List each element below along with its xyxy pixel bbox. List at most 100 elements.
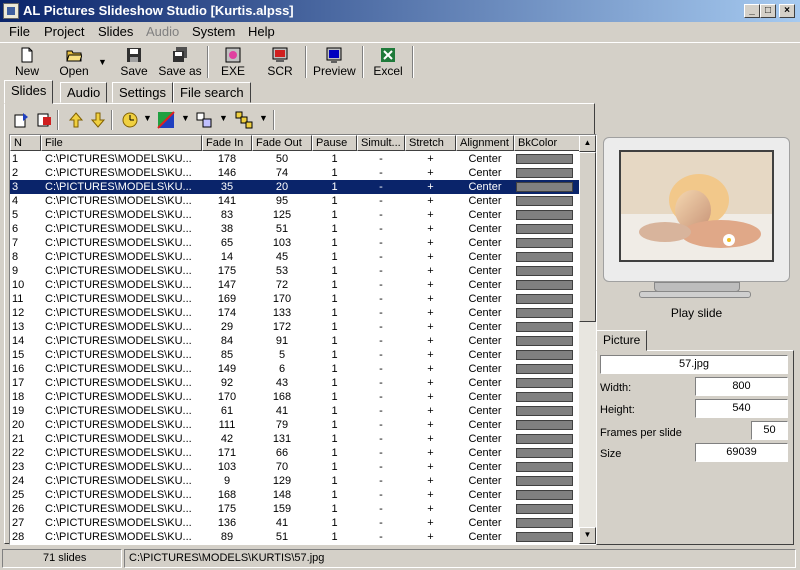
table-row[interactable]: 16 C:\PICTURES\MODELS\KU... 149 6 1 - + Center (10, 362, 580, 376)
table-row[interactable]: 10 C:\PICTURES\MODELS\KU... 147 72 1 - + Center (10, 278, 580, 292)
table-row[interactable]: 12 C:\PICTURES\MODELS\KU... 174 133 1 - + Cente… (10, 306, 580, 320)
preview-button[interactable]: Preview (313, 47, 356, 79)
save-button[interactable]: Save (116, 47, 152, 79)
column-header-fade-in[interactable]: Fade In (202, 135, 252, 151)
table-row[interactable]: 28 C:\PICTURES\MODELS\KU... 89 51 1 - + Center (10, 530, 580, 544)
transition-effect-icon[interactable] (157, 111, 175, 129)
table-row[interactable]: 18 C:\PICTURES\MODELS\KU... 170 168 1 - + Cente… (10, 390, 580, 404)
slides-table[interactable]: N File Fade In Fade Out Pause Simult... … (9, 134, 597, 545)
table-row[interactable]: 21 C:\PICTURES\MODELS\KU... 42 131 1 - + Center (10, 432, 580, 446)
table-row[interactable]: 22 C:\PICTURES\MODELS\KU... 171 66 1 - + Center (10, 446, 580, 460)
open-dropdown-icon[interactable]: ▼ (98, 57, 107, 67)
width-field[interactable]: 800 (695, 377, 788, 396)
bkcolor-swatch[interactable] (516, 280, 573, 290)
column-header-file[interactable]: File (41, 135, 202, 151)
scroll-down-arrow-icon[interactable]: ▼ (579, 527, 596, 544)
scroll-thumb[interactable] (579, 152, 596, 322)
column-header-bkcolor[interactable]: BkColor (514, 135, 580, 151)
menu-project[interactable]: Project (44, 24, 84, 39)
bkcolor-swatch[interactable] (516, 308, 573, 318)
frames-per-slide-field[interactable]: 50 (751, 421, 788, 440)
stretch-dropdown-icon[interactable]: ▼ (219, 113, 228, 123)
bkcolor-swatch[interactable] (516, 224, 573, 234)
timing-clock-icon[interactable] (121, 111, 139, 129)
new-button[interactable]: New (10, 47, 44, 79)
bkcolor-swatch[interactable] (516, 154, 573, 164)
alignment-dropdown-icon[interactable]: ▼ (259, 113, 268, 123)
maximize-button[interactable]: □ (760, 4, 776, 18)
column-header-stretch[interactable]: Stretch (405, 135, 456, 151)
bkcolor-swatch[interactable] (516, 168, 573, 178)
bkcolor-swatch[interactable] (516, 392, 573, 402)
save-as-button[interactable]: Save as (158, 47, 202, 79)
bkcolor-swatch[interactable] (516, 210, 573, 220)
table-row[interactable]: 13 C:\PICTURES\MODELS\KU... 29 172 1 - + Center (10, 320, 580, 334)
menu-help[interactable]: Help (248, 24, 275, 39)
bkcolor-swatch[interactable] (516, 504, 573, 514)
table-row[interactable]: 3 C:\PICTURES\MODELS\KU... 35 20 1 - + Center (10, 180, 580, 194)
exe-button[interactable]: EXE (216, 47, 250, 79)
menu-slides[interactable]: Slides (98, 24, 133, 39)
table-row[interactable]: 26 C:\PICTURES\MODELS\KU... 175 159 1 - + Cente… (10, 502, 580, 516)
add-slides-icon[interactable] (13, 111, 31, 129)
alignment-icon[interactable] (235, 111, 253, 129)
table-vertical-scrollbar[interactable]: ▲ ▼ (579, 135, 596, 544)
bkcolor-swatch[interactable] (516, 532, 573, 542)
bkcolor-swatch[interactable] (516, 322, 573, 332)
bkcolor-swatch[interactable] (516, 378, 573, 388)
table-row[interactable]: 24 C:\PICTURES\MODELS\KU... 9 129 1 - + Center (10, 474, 580, 488)
table-row[interactable]: 6 C:\PICTURES\MODELS\KU... 38 51 1 - + Center (10, 222, 580, 236)
bkcolor-swatch[interactable] (516, 350, 573, 360)
slide-preview-image[interactable] (619, 150, 774, 262)
move-up-icon[interactable] (67, 111, 85, 129)
table-row[interactable]: 4 C:\PICTURES\MODELS\KU... 141 95 1 - + Center (10, 194, 580, 208)
table-row[interactable]: 15 C:\PICTURES\MODELS\KU... 85 5 1 - + Center (10, 348, 580, 362)
table-row[interactable]: 23 C:\PICTURES\MODELS\KU... 103 70 1 - + Center (10, 460, 580, 474)
tab-file-search[interactable]: File search (173, 82, 251, 103)
table-row[interactable]: 1 C:\PICTURES\MODELS\KU... 178 50 1 - + Center (10, 152, 580, 166)
table-row[interactable]: 25 C:\PICTURES\MODELS\KU... 168 148 1 - + Cente… (10, 488, 580, 502)
minimize-button[interactable]: _ (744, 4, 760, 18)
menu-system[interactable]: System (192, 24, 235, 39)
close-button[interactable]: × (779, 4, 795, 18)
bkcolor-swatch[interactable] (516, 336, 573, 346)
bkcolor-swatch[interactable] (516, 266, 573, 276)
open-button[interactable]: Open (56, 47, 92, 79)
transition-dropdown-icon[interactable]: ▼ (181, 113, 190, 123)
table-row[interactable]: 11 C:\PICTURES\MODELS\KU... 169 170 1 - + Cente… (10, 292, 580, 306)
scr-button[interactable]: SCR (263, 47, 297, 79)
bkcolor-swatch[interactable] (516, 434, 573, 444)
bkcolor-swatch[interactable] (516, 294, 573, 304)
timing-dropdown-icon[interactable]: ▼ (143, 113, 152, 123)
app-icon[interactable] (3, 3, 19, 19)
play-slide-link[interactable]: Play slide (603, 306, 790, 320)
bkcolor-swatch[interactable] (516, 518, 573, 528)
bkcolor-swatch[interactable] (516, 252, 573, 262)
tab-picture[interactable]: Picture (596, 330, 648, 351)
table-row[interactable]: 19 C:\PICTURES\MODELS\KU... 61 41 1 - + Center (10, 404, 580, 418)
table-row[interactable]: 7 C:\PICTURES\MODELS\KU... 65 103 1 - + Center (10, 236, 580, 250)
menu-file[interactable]: File (9, 24, 30, 39)
table-row[interactable]: 20 C:\PICTURES\MODELS\KU... 111 79 1 - + Center (10, 418, 580, 432)
table-row[interactable]: 17 C:\PICTURES\MODELS\KU... 92 43 1 - + Center (10, 376, 580, 390)
bkcolor-swatch[interactable] (516, 490, 573, 500)
tab-slides[interactable]: Slides (4, 80, 54, 104)
stretch-icon[interactable] (195, 111, 213, 129)
delete-slides-icon[interactable] (35, 111, 53, 129)
table-row[interactable]: 9 C:\PICTURES\MODELS\KU... 175 53 1 - + Center (10, 264, 580, 278)
excel-button[interactable]: Excel (370, 47, 406, 79)
table-row[interactable]: 8 C:\PICTURES\MODELS\KU... 14 45 1 - + Center (10, 250, 580, 264)
tab-settings[interactable]: Settings (112, 82, 173, 103)
bkcolor-swatch[interactable] (516, 182, 573, 192)
table-row[interactable]: 14 C:\PICTURES\MODELS\KU... 84 91 1 - + Center (10, 334, 580, 348)
table-row[interactable]: 5 C:\PICTURES\MODELS\KU... 83 125 1 - + Center (10, 208, 580, 222)
bkcolor-swatch[interactable] (516, 448, 573, 458)
column-header-pause[interactable]: Pause (312, 135, 357, 151)
column-header-fade-out[interactable]: Fade Out (252, 135, 312, 151)
picture-filename-field[interactable]: 57.jpg (600, 355, 788, 374)
scroll-up-arrow-icon[interactable]: ▲ (579, 135, 596, 152)
column-header-simult[interactable]: Simult... (357, 135, 405, 151)
table-row[interactable]: 27 C:\PICTURES\MODELS\KU... 136 41 1 - + Center (10, 516, 580, 530)
bkcolor-swatch[interactable] (516, 364, 573, 374)
column-header-n[interactable]: N (10, 135, 41, 151)
